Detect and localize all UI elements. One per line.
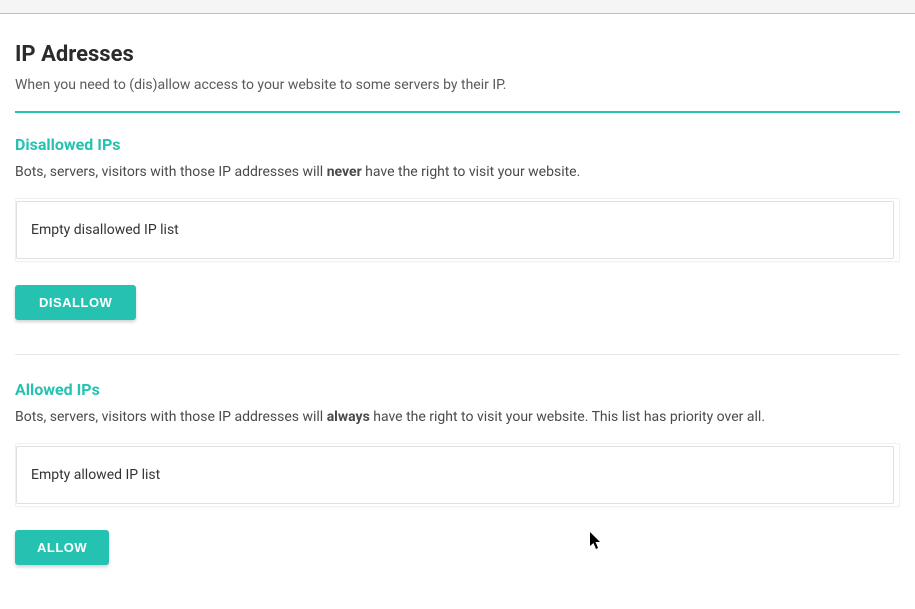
disallowed-desc-emph: never — [327, 164, 362, 180]
disallowed-ip-box-wrapper: Empty disallowed IP list — [15, 198, 900, 262]
allowed-title: Allowed IPs — [15, 380, 900, 399]
content-area: IP Adresses When you need to (dis)allow … — [0, 14, 915, 565]
allowed-desc-suffix: have the right to visit your website. Th… — [370, 409, 765, 425]
page-title: IP Adresses — [15, 42, 900, 67]
allowed-ip-box-wrapper: Empty allowed IP list — [15, 443, 900, 507]
allowed-section: Allowed IPs Bots, servers, visitors with… — [15, 380, 900, 565]
page-subtitle: When you need to (dis)allow access to yo… — [15, 77, 900, 93]
disallowed-description: Bots, servers, visitors with those IP ad… — [15, 164, 900, 180]
allowed-description: Bots, servers, visitors with those IP ad… — [15, 409, 900, 425]
allowed-ip-list[interactable]: Empty allowed IP list — [16, 446, 894, 504]
disallowed-ip-list[interactable]: Empty disallowed IP list — [16, 201, 894, 259]
allowed-desc-prefix: Bots, servers, visitors with those IP ad… — [15, 409, 327, 425]
disallow-button[interactable]: DISALLOW — [15, 285, 136, 320]
disallowed-title: Disallowed IPs — [15, 135, 900, 154]
allow-button[interactable]: ALLOW — [15, 530, 109, 565]
disallowed-section: Disallowed IPs Bots, servers, visitors w… — [15, 135, 900, 320]
disallowed-desc-suffix: have the right to visit your website. — [362, 164, 581, 180]
top-bar — [0, 0, 915, 14]
disallowed-desc-prefix: Bots, servers, visitors with those IP ad… — [15, 164, 327, 180]
title-divider — [15, 111, 900, 113]
allowed-desc-emph: always — [327, 409, 370, 425]
section-divider — [15, 354, 900, 355]
